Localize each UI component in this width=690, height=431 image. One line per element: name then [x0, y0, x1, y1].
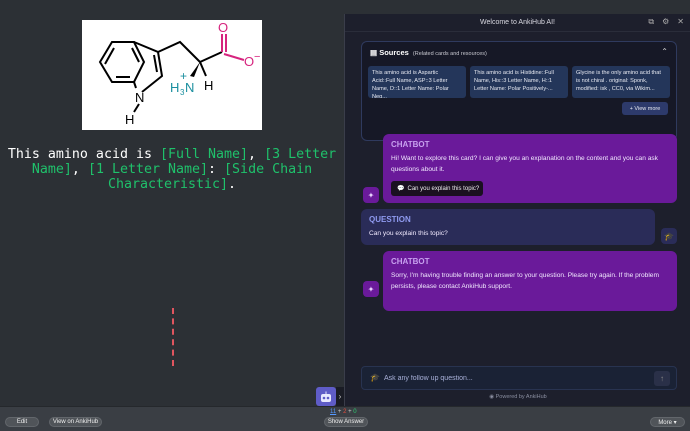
graduation-cap-icon: 🎓 — [370, 373, 380, 382]
drag-divider-handle[interactable] — [172, 308, 174, 366]
ankihub-logo-icon: ◉ — [489, 394, 495, 400]
source-card[interactable]: This amino acid is Histidine::Full Name,… — [470, 66, 568, 98]
message-text: Can you explain this topic? — [369, 230, 448, 237]
review-count: 0 — [353, 409, 357, 415]
chatbot-message: CHATBOT Hi! Want to explore this card? I… — [383, 134, 677, 203]
message-role-label: CHATBOT — [391, 257, 430, 266]
message-role-label: CHATBOT — [391, 140, 430, 149]
card-area: O O − + H 3 N H N H This amino acid is [… — [0, 0, 344, 406]
panel-header: Welcome to AnkiHub AI! ⧉ ⚙ ✕ — [345, 14, 690, 32]
chatbot-message: CHATBOT Sorry, I'm having trouble findin… — [383, 251, 677, 311]
sparkle-icon: ✦ — [363, 187, 379, 203]
amine-h-label: H — [170, 80, 179, 95]
close-icon[interactable]: ✕ — [677, 17, 684, 27]
sources-title: Sources — [379, 48, 409, 57]
send-icon: ↑ — [660, 374, 664, 383]
card-text-suffix: . — [228, 177, 237, 192]
carboxyl-oxygen-label: O — [244, 54, 254, 69]
count-separator: + — [337, 409, 342, 415]
suggested-question-button[interactable]: 💬 Can you explain this topic? — [391, 181, 483, 196]
chevron-right-icon: › — [338, 392, 342, 401]
user-question-message: QUESTION Can you explain this topic? — [361, 209, 655, 245]
powered-by-text: Powered by AnkiHub — [495, 394, 547, 400]
carbonyl-oxygen-label: O — [218, 20, 228, 35]
card-text-sep1: , — [248, 147, 265, 162]
document-icon: ▤ — [370, 48, 378, 57]
indole-n-label: N — [135, 90, 144, 105]
external-link-icon[interactable]: ⧉ — [648, 17, 654, 27]
view-more-button[interactable]: + View more — [622, 102, 668, 115]
suggested-question-label: Can you explain this topic? — [407, 185, 480, 192]
source-card[interactable]: This amino acid is Aspartic Acid::Full N… — [368, 66, 466, 98]
message-text: Hi! Want to explore this card? I can giv… — [391, 155, 658, 173]
new-count: 11 — [330, 409, 337, 415]
indole-h-label: H — [125, 112, 134, 127]
robot-icon — [321, 391, 331, 402]
edit-button[interactable]: Edit — [5, 417, 39, 427]
panel-title: Welcome to AnkiHub AI! — [480, 19, 555, 26]
tryptophan-structure-image: O O − + H 3 N H N H — [82, 20, 262, 130]
graduation-cap-icon: 🎓 — [661, 228, 677, 244]
more-button[interactable]: More ▾ — [650, 417, 685, 427]
message-role-label: QUESTION — [369, 215, 411, 224]
source-card[interactable]: Glycine is the only amino acid that is n… — [572, 66, 670, 98]
sources-subtitle: (Related cards and resources) — [412, 51, 487, 57]
chevron-up-icon[interactable]: ⌃ — [661, 47, 668, 56]
carboxyl-charge-label: − — [254, 51, 260, 63]
learn-count: 2 — [343, 409, 347, 415]
ankihub-ai-panel: Welcome to AnkiHub AI! ⧉ ⚙ ✕ ▤ Sources (… — [344, 14, 690, 406]
cloze-full-name: [Full Name] — [159, 147, 249, 162]
due-counts: 11 + 2 + 0 — [330, 409, 357, 415]
message-text: Sorry, I'm having trouble finding an ans… — [391, 272, 659, 290]
card-question-text: This amino acid is [Full Name], [3 Lette… — [6, 147, 338, 192]
follow-up-question-input[interactable] — [384, 371, 644, 386]
sparkle-icon: ✦ — [363, 281, 379, 297]
count-separator: + — [348, 409, 352, 415]
gear-icon[interactable]: ⚙ — [662, 17, 669, 27]
alpha-h-label: H — [204, 78, 213, 93]
sources-heading: ▤ Sources (Related cards and resources) — [370, 48, 487, 57]
card-text-prefix: This amino acid is — [7, 147, 160, 162]
sources-section: ▤ Sources (Related cards and resources) … — [361, 41, 677, 141]
collapse-panel-button[interactable]: › — [336, 387, 344, 406]
follow-up-input-container: 🎓 ↑ — [361, 366, 677, 390]
chat-icon: 💬 — [397, 186, 405, 192]
card-text-sep2: , — [71, 162, 88, 177]
show-answer-button[interactable]: Show Answer — [324, 417, 368, 427]
ankihub-ai-toggle-button[interactable] — [316, 387, 336, 406]
reviewer-bottom-bar: Edit View on AnkiHub 11 + 2 + 0 Show Ans… — [0, 406, 690, 431]
amine-n-label: N — [185, 80, 194, 95]
cloze-1-letter-name: [1 Letter Name] — [87, 162, 209, 177]
powered-by-footer: ◉ Powered by AnkiHub — [345, 394, 690, 400]
card-text-sep3: : — [208, 162, 225, 177]
view-on-ankihub-button[interactable]: View on AnkiHub — [49, 417, 102, 427]
send-button[interactable]: ↑ — [654, 371, 670, 386]
